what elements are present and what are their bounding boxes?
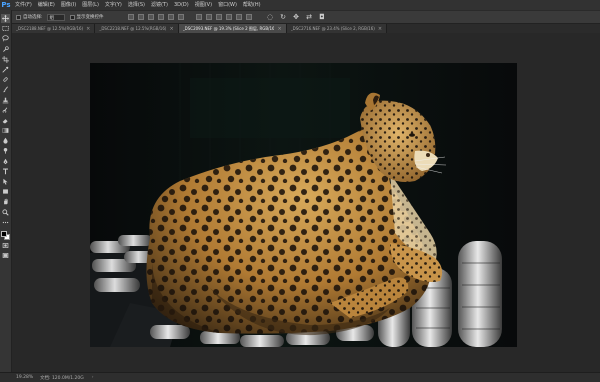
tab-document-4[interactable]: _DSC2716.NEF @ 23.4% (Slice 2, RGB/16) × xyxy=(286,24,388,33)
distribute-left-icon[interactable] xyxy=(225,14,232,20)
gradient-tool-icon[interactable] xyxy=(1,126,10,135)
menu-edit[interactable]: 编辑(E) xyxy=(35,0,58,10)
menu-type[interactable]: 文字(Y) xyxy=(102,0,125,10)
menu-3d[interactable]: 3D(D) xyxy=(171,0,192,10)
align-vcenter-icon[interactable] xyxy=(137,14,144,20)
foreground-color-swatch[interactable] xyxy=(0,230,7,237)
quick-select-tool-icon[interactable] xyxy=(1,45,10,54)
healing-brush-icon[interactable] xyxy=(1,75,10,84)
close-icon[interactable]: × xyxy=(378,26,382,32)
tab-document-2[interactable]: _DSC2218.NEF @ 12.5%(RGB/16) × xyxy=(95,24,179,33)
3d-pan-icon[interactable]: ✥ xyxy=(293,13,300,21)
quick-mask-icon[interactable] xyxy=(1,241,10,250)
dodge-tool-icon[interactable] xyxy=(1,146,10,155)
marquee-tool-icon[interactable] xyxy=(1,24,10,33)
close-icon[interactable]: × xyxy=(277,26,281,32)
auto-select-checkbox[interactable] xyxy=(16,14,21,20)
distribute-hcenter-icon[interactable] xyxy=(235,14,242,20)
3d-slide-icon[interactable]: ⇄ xyxy=(306,13,313,21)
distribute-top-icon[interactable] xyxy=(195,14,202,20)
document-image-leopard[interactable] xyxy=(90,63,517,347)
tab-title: _DSC2188.NEF @ 12.5%(RGB/16) xyxy=(16,26,84,31)
align-right-icon[interactable] xyxy=(177,14,184,20)
auto-select-label: 自动选择: xyxy=(23,15,43,20)
tab-document-1[interactable]: _DSC2188.NEF @ 12.5%(RGB/16) × xyxy=(12,24,96,33)
3d-roll-icon[interactable]: ↻ xyxy=(280,13,287,21)
crop-tool-icon[interactable] xyxy=(1,55,10,64)
menu-view[interactable]: 视图(V) xyxy=(192,0,215,10)
distribute-vcenter-icon[interactable] xyxy=(205,14,212,20)
menu-file[interactable]: 文件(F) xyxy=(12,0,35,10)
rectangle-tool-icon[interactable] xyxy=(1,187,10,196)
distribute-bottom-icon[interactable] xyxy=(215,14,222,20)
options-bar: ✥ 自动选择: 组 显示变换控件 ◌ ↻ ✥ ⇄ ◘ xyxy=(0,10,600,24)
move-tool-icon[interactable] xyxy=(1,14,10,23)
document-size: 文档: 120.0M/1.20G xyxy=(40,375,84,381)
menu-filter[interactable]: 滤镜(T) xyxy=(148,0,171,10)
hand-tool-icon[interactable] xyxy=(1,197,10,206)
screen-mode-icon[interactable] xyxy=(1,251,10,260)
pen-tool-icon[interactable] xyxy=(1,157,10,166)
zoom-level[interactable]: 19.28% xyxy=(16,375,33,380)
tab-title: _DSC2218.NEF @ 12.5%(RGB/16) xyxy=(99,26,167,31)
history-brush-icon[interactable] xyxy=(1,106,10,115)
align-left-icon[interactable] xyxy=(157,14,164,20)
menu-window[interactable]: 窗口(W) xyxy=(215,0,240,10)
3d-orbit-icon[interactable]: ◌ xyxy=(267,13,274,21)
distribute-right-icon[interactable] xyxy=(245,14,252,20)
auto-select-dropdown[interactable]: 组 xyxy=(46,13,65,21)
tools-panel xyxy=(0,10,12,372)
menu-help[interactable]: 帮助(H) xyxy=(240,0,264,10)
blur-tool-icon[interactable] xyxy=(1,136,10,145)
close-icon[interactable]: × xyxy=(169,26,173,32)
leopard-photo xyxy=(90,63,517,347)
menu-image[interactable]: 图像(I) xyxy=(58,0,79,10)
photoshop-logo: Ps xyxy=(1,1,11,9)
align-bottom-icon[interactable] xyxy=(147,14,154,20)
clone-stamp-icon[interactable] xyxy=(1,96,10,105)
align-top-icon[interactable] xyxy=(127,14,134,20)
status-menu-arrow-icon[interactable]: › xyxy=(92,375,94,380)
zoom-tool-icon[interactable] xyxy=(1,208,10,217)
show-transform-checkbox[interactable] xyxy=(69,14,75,20)
color-swatches xyxy=(0,230,11,241)
menu-layer[interactable]: 图层(L) xyxy=(79,0,102,10)
tab-title: _DSC2093.NEF @ 19.3% (Slice 2 图层, RGB/16… xyxy=(182,25,275,31)
more-tools-icon[interactable] xyxy=(1,218,10,227)
tab-document-3-active[interactable]: _DSC2093.NEF @ 19.3% (Slice 2 图层, RGB/16… xyxy=(178,24,287,33)
path-select-icon[interactable] xyxy=(1,177,10,186)
brush-tool-icon[interactable] xyxy=(1,85,10,94)
menubar: Ps 文件(F) 编辑(E) 图像(I) 图层(L) 文字(Y) 选择(S) 滤… xyxy=(0,0,600,10)
status-bar: 19.28% 文档: 120.0M/1.20G › xyxy=(0,372,600,382)
type-tool-icon[interactable] xyxy=(1,167,10,176)
document-tabs: _DSC2188.NEF @ 12.5%(RGB/16) × _DSC2218.… xyxy=(12,24,600,33)
eraser-tool-icon[interactable] xyxy=(1,116,10,125)
menu-select[interactable]: 选择(S) xyxy=(125,0,148,10)
lasso-tool-icon[interactable] xyxy=(1,34,10,43)
close-icon[interactable]: × xyxy=(86,26,90,32)
show-transform-label: 显示变换控件 xyxy=(76,15,104,20)
eyedropper-tool-icon[interactable] xyxy=(1,65,10,74)
align-hcenter-icon[interactable] xyxy=(167,14,174,20)
3d-scale-icon[interactable]: ◘ xyxy=(319,13,326,21)
tab-title: _DSC2716.NEF @ 23.4% (Slice 2, RGB/16) xyxy=(290,26,375,31)
